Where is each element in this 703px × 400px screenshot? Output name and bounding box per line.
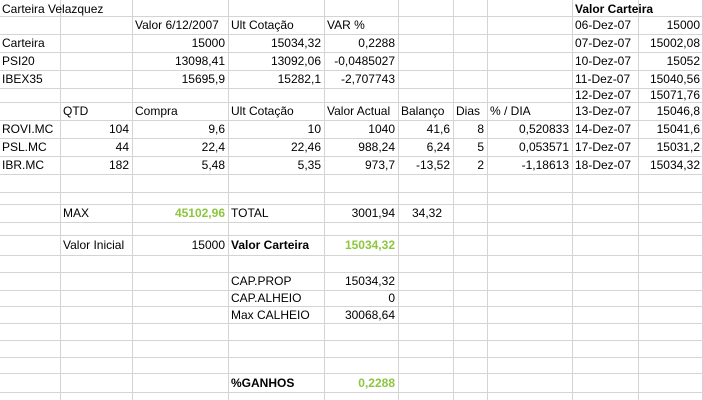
- index-valor[interactable]: 15695,9: [132, 70, 225, 88]
- index-var[interactable]: 0,2288: [324, 34, 395, 52]
- position-qtd[interactable]: 44: [60, 138, 129, 156]
- max-calheio-value[interactable]: 30068,64: [324, 306, 395, 324]
- total-balanco[interactable]: 34,32: [398, 204, 442, 222]
- index-ult[interactable]: 15034,32: [228, 34, 321, 52]
- history-date[interactable]: 06-Dez-07: [575, 16, 637, 34]
- history-date[interactable]: 17-Dez-07: [575, 138, 637, 156]
- header-ult-cotacao[interactable]: Ult Cotação: [231, 16, 323, 34]
- position-ticker[interactable]: IBR.MC: [2, 156, 58, 174]
- position-dias[interactable]: 2: [453, 156, 484, 174]
- total-label[interactable]: TOTAL: [231, 204, 323, 222]
- history-date[interactable]: 13-Dez-07: [575, 102, 637, 120]
- valor-carteira-label[interactable]: Valor Carteira: [231, 236, 323, 254]
- header-qtd[interactable]: QTD: [63, 102, 131, 120]
- header-valor-actual[interactable]: Valor Actual: [327, 102, 399, 120]
- position-compra[interactable]: 5,48: [132, 156, 225, 174]
- index-name[interactable]: IBEX35: [2, 70, 58, 88]
- position-balanco[interactable]: 6,24: [398, 138, 450, 156]
- cap-alheio-value[interactable]: 0: [324, 289, 395, 307]
- position-pct-dia[interactable]: -1,18613: [487, 156, 569, 174]
- position-valor-actual[interactable]: 1040: [324, 120, 395, 138]
- position-dias[interactable]: 5: [453, 138, 484, 156]
- position-valor-actual[interactable]: 973,7: [324, 156, 395, 174]
- position-qtd[interactable]: 104: [60, 120, 129, 138]
- history-date[interactable]: 14-Dez-07: [575, 120, 637, 138]
- position-pct-dia[interactable]: 0,053571: [487, 138, 569, 156]
- ganhos-value[interactable]: 0,2288: [324, 374, 395, 392]
- valor-inicial-label[interactable]: Valor Inicial: [63, 236, 131, 254]
- header-compra[interactable]: Compra: [135, 102, 227, 120]
- index-var[interactable]: -0,0485027: [324, 52, 395, 70]
- index-var[interactable]: -2,707743: [324, 70, 395, 88]
- history-value[interactable]: 15002,08: [638, 34, 700, 52]
- history-value[interactable]: 15034,32: [638, 156, 700, 174]
- ganhos-label[interactable]: %GANHOS: [231, 374, 323, 392]
- cap-alheio-label[interactable]: CAP.ALHEIO: [231, 289, 323, 307]
- cap-prop-label[interactable]: CAP.PROP: [231, 272, 323, 290]
- max-calheio-label[interactable]: Max CALHEIO: [231, 306, 323, 324]
- position-compra[interactable]: 9,6: [132, 120, 225, 138]
- total-value[interactable]: 3001,94: [324, 204, 395, 222]
- header-dias[interactable]: Dias: [456, 102, 487, 120]
- position-balanco[interactable]: 41,6: [398, 120, 450, 138]
- index-ult[interactable]: 15282,1: [228, 70, 321, 88]
- valor-inicial-value[interactable]: 15000: [132, 236, 225, 254]
- position-valor-actual[interactable]: 988,24: [324, 138, 395, 156]
- gridline: [0, 255, 703, 256]
- valor-carteira-value[interactable]: 15034,32: [324, 236, 395, 254]
- history-value[interactable]: 15041,6: [638, 120, 700, 138]
- position-ult[interactable]: 10: [228, 120, 321, 138]
- history-value[interactable]: 15031,2: [638, 138, 700, 156]
- header-ult-cotacao[interactable]: Ult Cotação: [231, 102, 323, 120]
- header-pct-dia[interactable]: % / DIA: [490, 102, 570, 120]
- cap-prop-value[interactable]: 15034,32: [324, 272, 395, 290]
- gridline: [0, 192, 703, 193]
- gridline: [0, 357, 703, 358]
- header-valor-date[interactable]: Valor 6/12/2007: [135, 16, 227, 34]
- history-date[interactable]: 18-Dez-07: [575, 156, 637, 174]
- max-value[interactable]: 45102,96: [132, 204, 225, 222]
- position-dias[interactable]: 8: [453, 120, 484, 138]
- gridline: [0, 174, 703, 175]
- spreadsheet-grid[interactable]: Carteira Velazquez Valor 6/12/2007 Ult C…: [0, 0, 703, 400]
- position-balanco[interactable]: -13,52: [398, 156, 450, 174]
- position-pct-dia[interactable]: 0,520833: [487, 120, 569, 138]
- gridline: [0, 340, 703, 341]
- index-name[interactable]: PSI20: [2, 52, 58, 70]
- header-var-pct[interactable]: VAR %: [327, 16, 397, 34]
- history-value[interactable]: 15052: [638, 52, 700, 70]
- position-ticker[interactable]: ROVI.MC: [2, 120, 58, 138]
- gridline: [0, 222, 703, 223]
- history-date[interactable]: 10-Dez-07: [575, 52, 637, 70]
- index-ult[interactable]: 13092,06: [228, 52, 321, 70]
- history-date[interactable]: 07-Dez-07: [575, 34, 637, 52]
- index-valor[interactable]: 13098,41: [132, 52, 225, 70]
- position-ticker[interactable]: PSL.MC: [2, 138, 58, 156]
- position-ult[interactable]: 5,35: [228, 156, 321, 174]
- position-compra[interactable]: 22,4: [132, 138, 225, 156]
- gridline: [0, 392, 703, 393]
- history-value[interactable]: 15000: [638, 16, 700, 34]
- position-qtd[interactable]: 182: [60, 156, 129, 174]
- history-value[interactable]: 15046,8: [638, 102, 700, 120]
- index-valor[interactable]: 15000: [132, 34, 225, 52]
- position-ult[interactable]: 22,46: [228, 138, 321, 156]
- header-balanco[interactable]: Balanço: [401, 102, 453, 120]
- index-name[interactable]: Carteira: [2, 34, 58, 52]
- max-label[interactable]: MAX: [63, 204, 131, 222]
